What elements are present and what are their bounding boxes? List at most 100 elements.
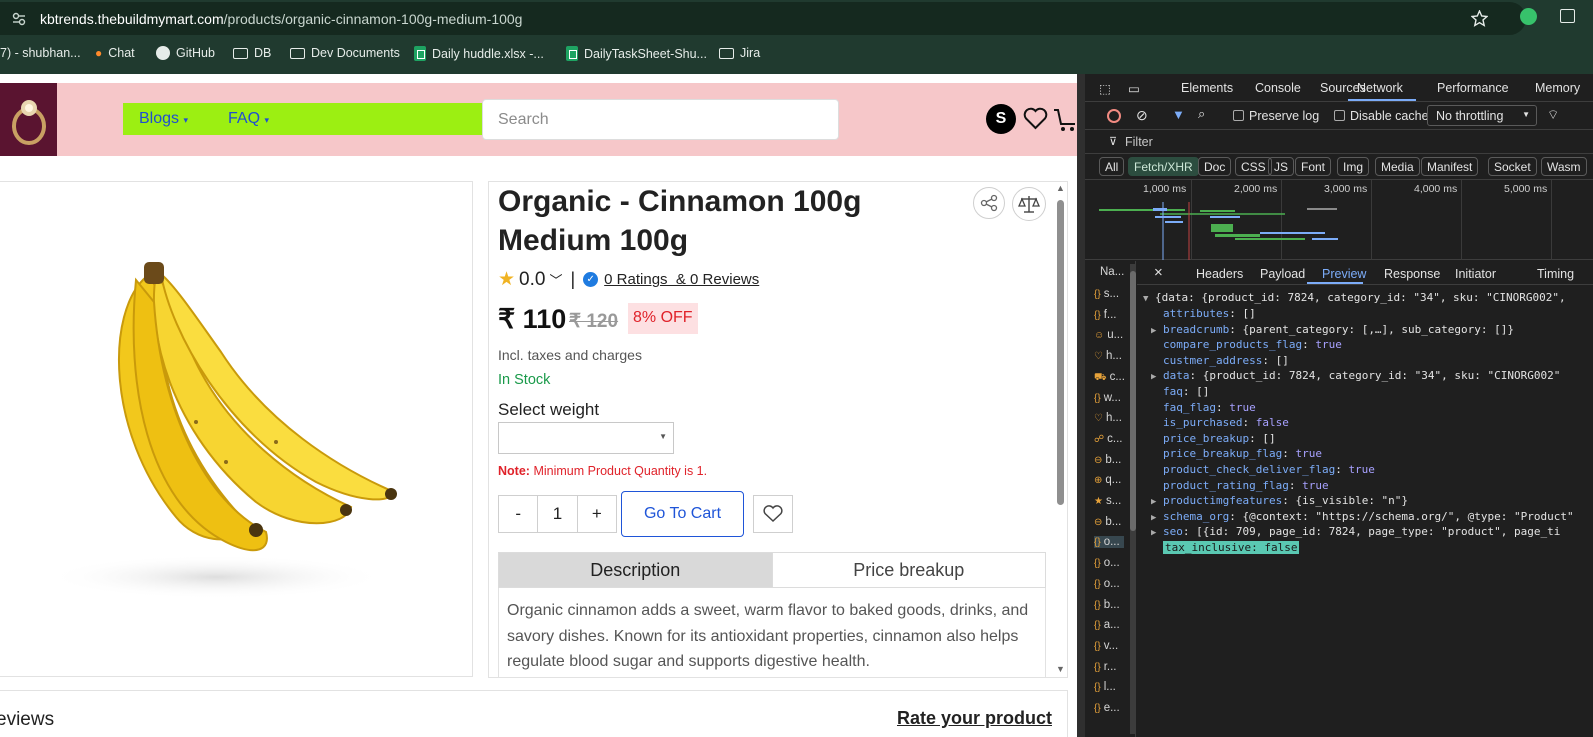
throttling-select[interactable]: No throttling ▼ [1427,105,1537,126]
tab-price-breakup[interactable]: Price breakup [771,553,1045,587]
bookmark-jira[interactable]: Jira [719,46,760,60]
type-img[interactable]: Img [1337,157,1370,176]
tab-headers[interactable]: Headers [1196,267,1243,281]
network-overview-timeline[interactable]: 1,000 ms 2,000 ms 3,000 ms 4,000 ms 5,00… [1085,180,1593,260]
request-row[interactable]: ⊖ b... [1094,454,1121,466]
qty-minus-button[interactable]: - [499,496,537,532]
request-row[interactable]: ♡ h... [1094,350,1122,362]
rate-product-link[interactable]: Rate your product [897,708,1052,729]
request-row[interactable]: {} w... [1094,392,1121,404]
type-font[interactable]: Font [1295,157,1332,176]
bookmark-star-icon[interactable] [1471,10,1488,27]
json-line[interactable]: compare_products_flag: true [1151,337,1342,353]
inspect-icon[interactable]: ⬚ [1099,81,1111,96]
tab-description[interactable]: Description [499,553,772,587]
cart-icon[interactable] [1053,107,1077,133]
bookmark-daily-task-sheet[interactable]: DailyTaskSheet-Shu... [566,46,707,61]
bookmark-chat[interactable]: ● Chat [95,46,135,60]
tab-timing[interactable]: Timing [1537,267,1574,281]
type-media[interactable]: Media [1375,157,1420,176]
info-scrollbar[interactable]: ▲ ▼ [1054,182,1067,677]
filter-icon[interactable]: ▼ [1172,107,1185,122]
type-socket[interactable]: Socket [1488,157,1537,176]
weight-select[interactable]: ▼ [498,422,674,454]
extensions-menu-icon[interactable] [1560,9,1575,23]
site-info-icon[interactable] [12,12,26,26]
request-row[interactable]: {} v... [1094,640,1118,652]
json-line[interactable]: faq_flag: true [1151,400,1256,416]
nav-faq[interactable]: FAQ ▾ [228,110,269,128]
qty-plus-button[interactable]: + [578,496,616,532]
expand-arrow-icon[interactable]: ▶ [1151,526,1163,542]
chevron-down-icon[interactable]: ﹀ [549,270,562,289]
qty-value[interactable]: 1 [537,496,578,532]
request-row[interactable]: {} o... [1094,536,1124,549]
ratings-reviews-link[interactable]: 0 Ratings & 0 Reviews [604,271,759,288]
tab-performance[interactable]: Performance [1437,81,1509,95]
request-row[interactable]: {} o... [1094,578,1120,590]
type-all[interactable]: All [1099,157,1125,176]
bookmark-dev-documents[interactable]: Dev Documents [290,46,400,60]
json-line[interactable]: product_rating_flag: true [1151,478,1329,494]
request-row[interactable]: {} r... [1094,661,1116,673]
request-row[interactable]: ⊕ q... [1094,474,1121,486]
type-js[interactable]: JS [1268,157,1295,176]
extension-icon[interactable] [1520,8,1537,25]
tab-elements[interactable]: Elements [1181,81,1233,95]
type-fetch-xhr[interactable]: Fetch/XHR [1128,157,1199,176]
json-line[interactable]: is_purchased: false [1151,415,1289,431]
json-line[interactable]: attributes: [] [1151,306,1256,322]
scroll-down-icon[interactable]: ▼ [1056,664,1065,674]
compare-button[interactable] [1012,187,1046,221]
type-css[interactable]: CSS [1235,157,1272,176]
bookmark-github[interactable]: GitHub [156,46,215,60]
tab-network[interactable]: Network [1357,81,1403,95]
device-toolbar-icon[interactable]: ▭ [1128,81,1140,96]
json-line[interactable]: price_breakup_flag: true [1151,446,1322,462]
type-wasm[interactable]: Wasm [1541,157,1587,176]
request-row[interactable]: {} b... [1094,599,1120,611]
wishlist-heart-icon[interactable] [1023,107,1048,130]
tab-response[interactable]: Response [1384,267,1440,281]
nav-blogs[interactable]: Blogs ▾ [139,110,188,128]
request-row[interactable]: ⛟ c... [1094,371,1124,385]
request-row[interactable]: ♡ h... [1094,412,1122,424]
request-row[interactable]: {} l... [1094,681,1116,693]
record-icon[interactable] [1107,109,1121,123]
name-column-header[interactable]: Na... [1100,266,1124,278]
bookmark-daily-huddle[interactable]: Daily huddle.xlsx -... [414,46,544,61]
tab-payload[interactable]: Payload [1260,267,1305,281]
disable-cache-checkbox[interactable] [1334,110,1345,121]
tab-initiator[interactable]: Initiator [1455,267,1496,281]
bookmark-db[interactable]: DB [233,46,271,60]
search-icon[interactable]: ⌕ [1198,106,1205,122]
site-logo[interactable] [0,83,57,156]
tab-memory[interactable]: Memory [1535,81,1580,95]
request-row[interactable]: {} o... [1094,557,1120,569]
tab-console[interactable]: Console [1255,81,1301,95]
json-line-highlight[interactable]: tax_inclusive: false [1163,540,1300,556]
request-row[interactable]: {} a... [1094,619,1120,631]
json-line[interactable]: ▶ data: {product_id: 7824, category_id: "… [1151,368,1560,386]
network-conditions-icon[interactable]: ⌔ [1547,107,1559,123]
request-row[interactable]: {} s... [1094,288,1119,300]
tab-preview[interactable]: Preview [1322,267,1366,281]
avatar[interactable]: S [986,104,1016,134]
type-doc[interactable]: Doc [1198,157,1232,176]
clear-icon[interactable]: ⊘ [1136,107,1148,124]
scrollbar-thumb[interactable] [1057,200,1064,505]
go-to-cart-button[interactable]: Go To Cart [621,491,744,537]
json-line[interactable]: custmer_address: [] [1151,353,1289,369]
preserve-log-checkbox[interactable] [1233,110,1244,121]
request-row[interactable]: ★ s... [1094,495,1121,507]
search-input[interactable] [482,99,839,140]
json-line[interactable]: faq: [] [1151,384,1209,400]
share-button[interactable] [973,187,1005,219]
json-line[interactable]: price_breakup: [] [1151,431,1276,447]
close-icon[interactable]: × [1154,264,1163,281]
scroll-up-icon[interactable]: ▲ [1056,183,1065,193]
requests-scrollbar-thumb[interactable] [1130,271,1136,531]
request-row[interactable]: ☍ c... [1094,433,1122,445]
request-row[interactable]: ☺ u... [1094,329,1123,341]
address-bar[interactable]: kbtrends.thebuildmymart.com/products/org… [0,2,1526,35]
